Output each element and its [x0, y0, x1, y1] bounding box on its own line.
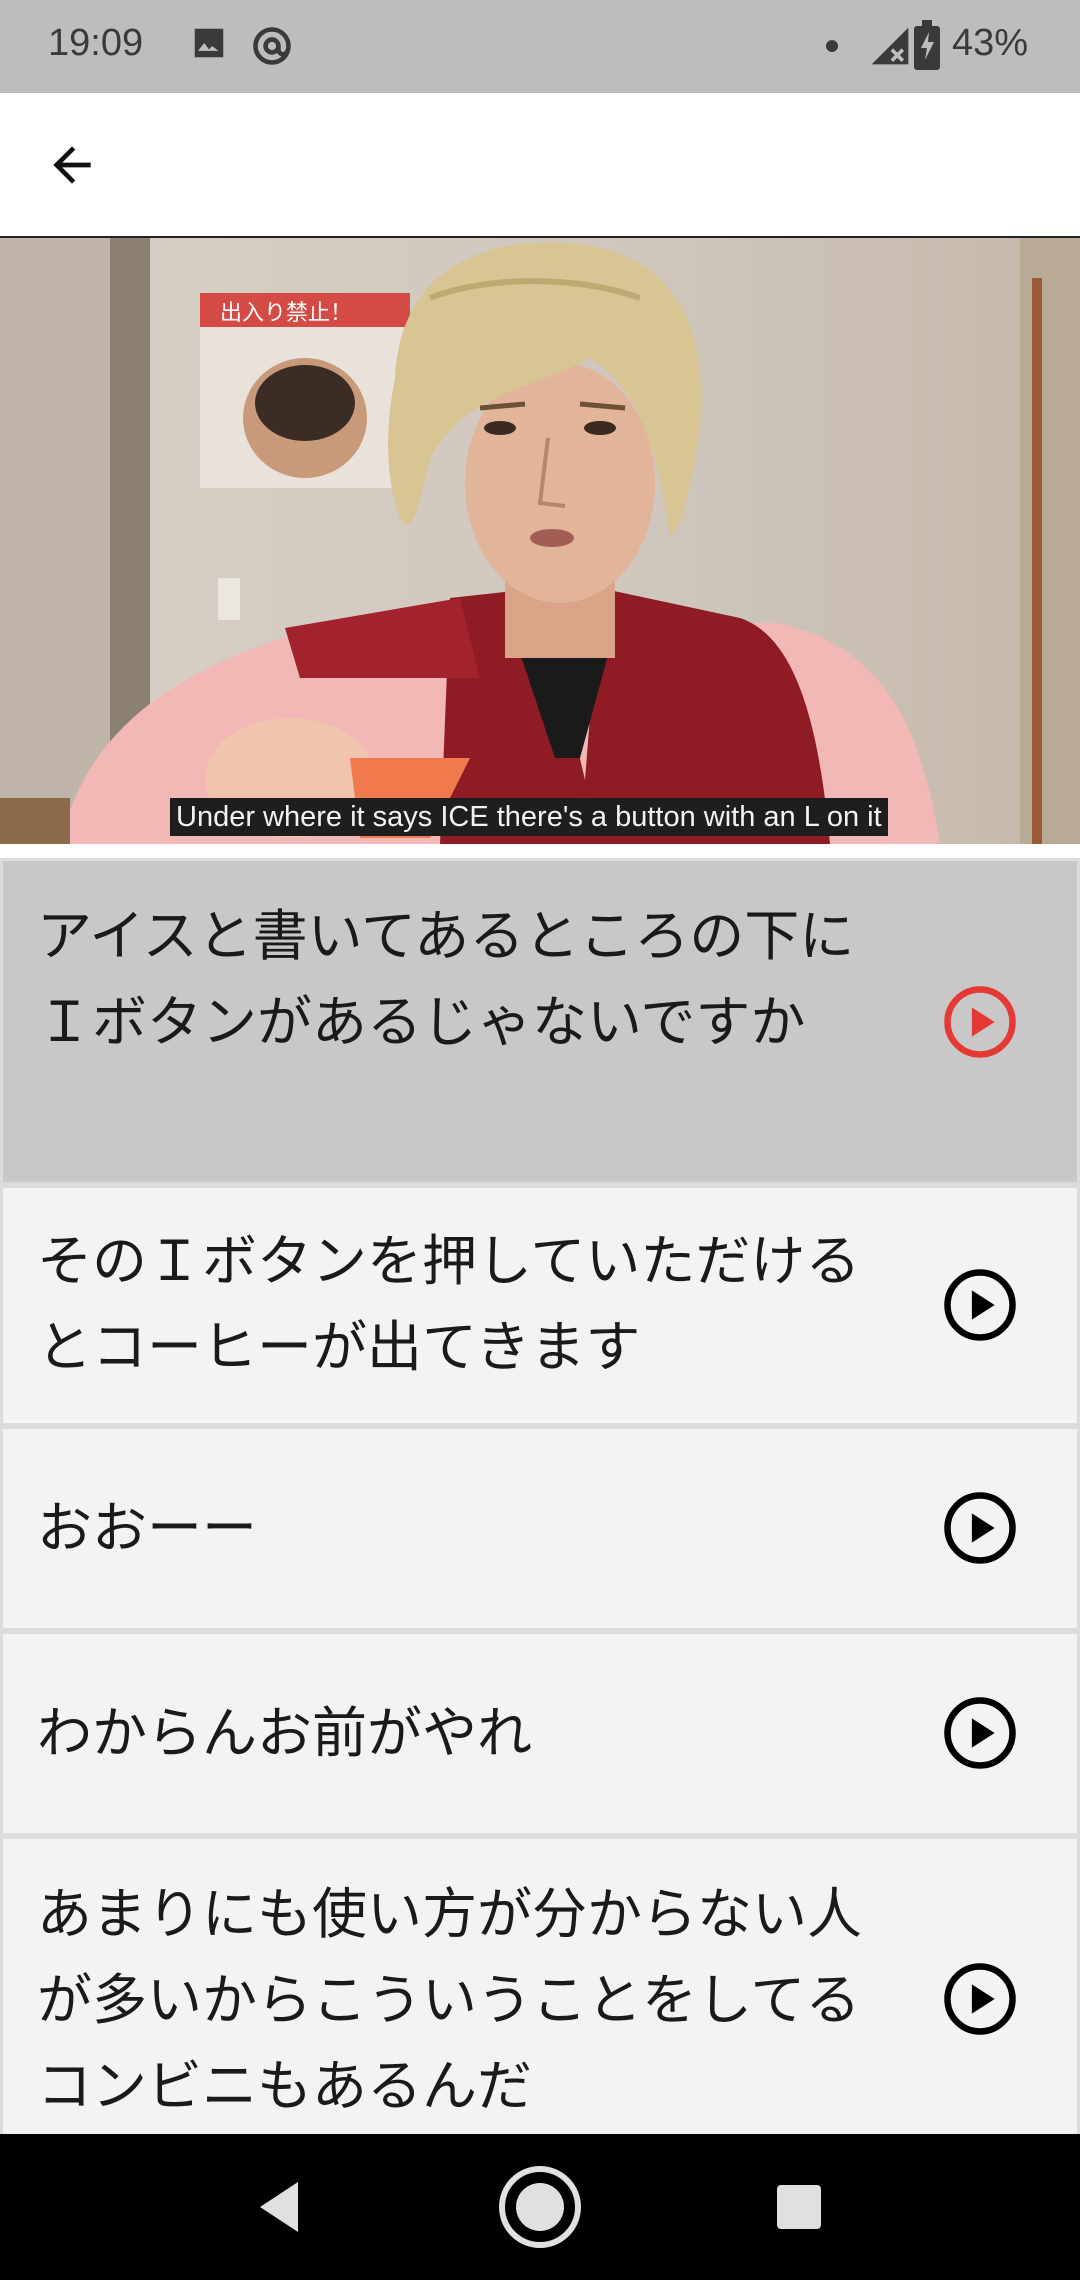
image-icon	[190, 24, 228, 66]
subtitle-row[interactable]: アイスと書いてあるところの下にＩボタンがあるじゃないですか	[3, 861, 1077, 1182]
at-sign-icon	[250, 24, 294, 72]
subtitle-text: あまりにも使い方が分からない人が多いからこういうことをしてるコンビニもあるんだ	[37, 1882, 863, 2118]
play-circle-icon[interactable]	[941, 1266, 1019, 1344]
battery-charging-icon	[914, 20, 940, 74]
svg-text:出入り禁止！: 出入り禁止！	[220, 301, 352, 326]
subtitle-row[interactable]: あまりにも使い方が分からない人が多いからこういうことをしてるコンビニもあるんだ	[3, 1839, 1077, 2134]
navigation-bar	[0, 2134, 1080, 2280]
subtitle-text: わからんお前がやれ	[37, 1701, 533, 1765]
signal-icon	[868, 24, 912, 72]
dot-icon	[824, 38, 840, 58]
play-circle-icon[interactable]	[941, 983, 1019, 1061]
play-circle-icon[interactable]	[941, 1694, 1019, 1772]
arrow-left-icon	[53, 146, 91, 184]
top-app-bar	[0, 93, 1080, 236]
video-frame: 出入り禁止！	[0, 238, 1080, 844]
play-circle-icon[interactable]	[941, 1960, 1019, 2038]
subtitle-text: そのＩボタンを押していただけるとコーヒーが出てきます	[37, 1229, 861, 1379]
video-caption: Under where it says ICE there's a button…	[170, 798, 888, 836]
subtitle-row[interactable]: わからんお前がやれ	[3, 1634, 1077, 1833]
subtitle-list[interactable]: アイスと書いてあるところの下にＩボタンがあるじゃないですか そのＩボタンを押して…	[0, 858, 1080, 2134]
play-circle-icon[interactable]	[941, 1489, 1019, 1567]
back-triangle-icon[interactable]	[254, 2178, 304, 2236]
subtitle-text: おおーー	[37, 1496, 258, 1560]
subtitle-text: アイスと書いてあるところの下にＩボタンがあるじゃないですか	[37, 904, 855, 1054]
battery-percent: 43%	[952, 22, 1029, 64]
back-button[interactable]	[30, 123, 114, 207]
subtitle-row[interactable]: おおーー	[3, 1429, 1077, 1628]
home-circle-icon[interactable]	[497, 2164, 583, 2250]
video-player[interactable]: 出入り禁止！ Under where it says ICE there's a…	[0, 236, 1080, 844]
recents-square-icon[interactable]	[775, 2183, 823, 2231]
status-time: 19:09	[48, 22, 144, 64]
status-bar: 19:09 43%	[0, 0, 1080, 93]
subtitle-row[interactable]: そのＩボタンを押していただけるとコーヒーが出てきます	[3, 1188, 1077, 1423]
